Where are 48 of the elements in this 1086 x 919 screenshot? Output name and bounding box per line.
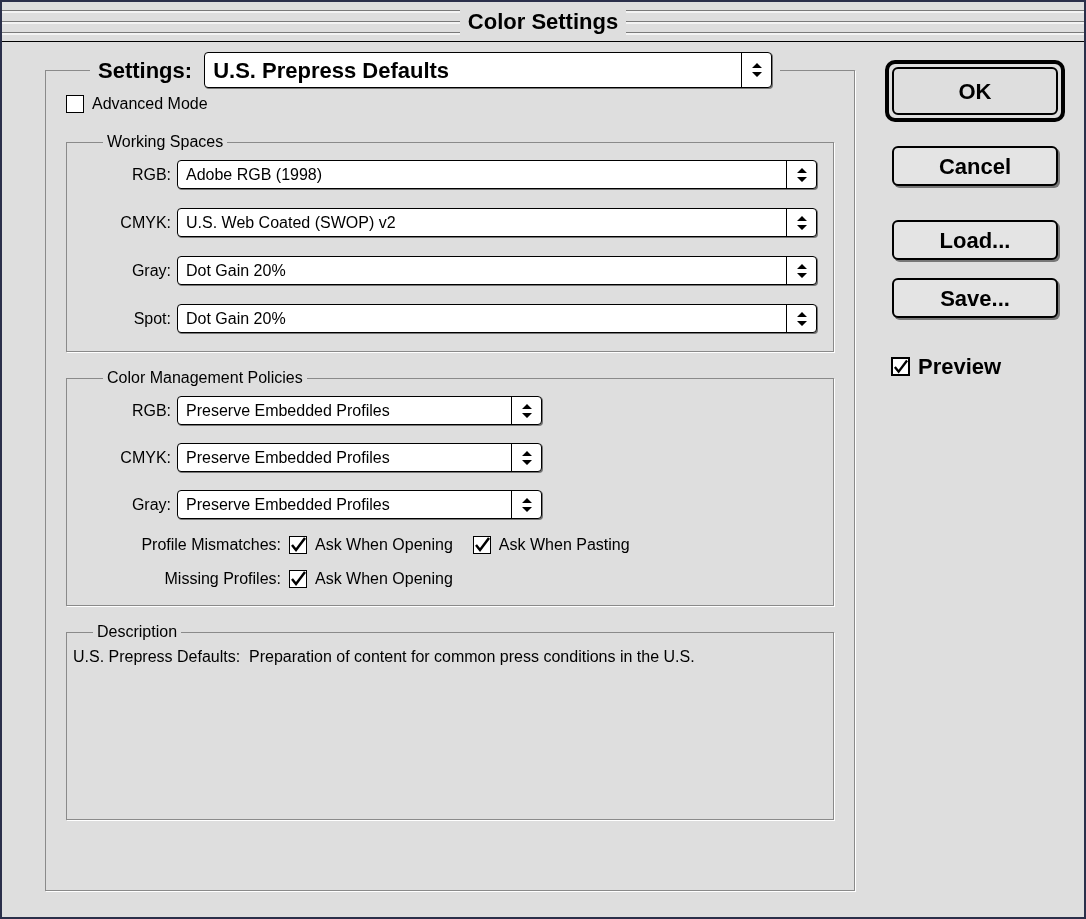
checkbox-label: Ask When Opening — [315, 569, 453, 589]
up-down-arrows-icon — [750, 62, 763, 78]
push-button[interactable]: Save... — [892, 278, 1058, 318]
default-button[interactable]: OK — [885, 60, 1065, 122]
checkbox-label: Advanced Mode — [92, 94, 208, 114]
up-down-arrows-icon — [520, 402, 533, 419]
popup-menu[interactable]: Preserve Embedded Profiles — [177, 396, 542, 425]
popup-menu[interactable]: Preserve Embedded Profiles — [177, 443, 542, 472]
check-icon — [473, 537, 490, 553]
push-button[interactable]: Cancel — [892, 146, 1058, 186]
checkbox-label: Ask When Opening — [315, 535, 453, 555]
checkbox[interactable] — [289, 536, 307, 554]
check-icon — [290, 537, 306, 553]
up-down-arrows-icon — [520, 496, 533, 513]
up-down-arrows-icon — [795, 310, 808, 327]
settings-label: Settings: — [98, 56, 193, 85]
popup-menu[interactable]: U.S. Web Coated (SWOP) v2 — [177, 208, 817, 237]
popup-menu[interactable]: Preserve Embedded Profiles — [177, 490, 542, 519]
up-down-arrows-icon — [520, 449, 533, 466]
check-icon — [290, 571, 306, 587]
popup-menu[interactable]: Adobe RGB (1998) — [177, 160, 817, 189]
checkbox-label: Preview — [918, 353, 1002, 381]
checkbox[interactable] — [891, 357, 910, 376]
popup-menu[interactable]: U.S. Prepress Defaults — [204, 52, 773, 88]
field-label: Gray: — [130, 494, 171, 515]
popup-menu[interactable]: Dot Gain 20% — [177, 256, 817, 285]
checkbox-label: Ask When Pasting — [498, 535, 630, 555]
checkbox[interactable] — [472, 536, 491, 554]
up-down-arrows-icon — [795, 166, 808, 183]
group-title: Description — [97, 623, 178, 640]
field-label: CMYK: — [119, 447, 171, 468]
field-label: RGB: — [130, 164, 171, 185]
group-title: Working Spaces — [107, 133, 224, 150]
description-text: U.S. Prepress Defaults: Preparation of content for common press conditions in the U.S. — [73, 647, 696, 667]
field-label: Spot: — [132, 308, 171, 329]
field-label: CMYK: — [119, 212, 171, 233]
check-icon — [893, 358, 908, 375]
checkbox[interactable] — [289, 570, 307, 588]
field-label: Missing Profiles: — [163, 569, 281, 589]
popup-menu[interactable]: Dot Gain 20% — [177, 304, 817, 333]
group-title: Color Management Policies — [107, 369, 303, 386]
field-label: Profile Mismatches: — [140, 535, 281, 555]
checkbox[interactable] — [66, 95, 84, 113]
up-down-arrows-icon — [795, 214, 808, 231]
field-label: Gray: — [130, 260, 171, 281]
field-label: RGB: — [130, 400, 171, 421]
up-down-arrows-icon — [795, 262, 808, 279]
push-button[interactable]: Load... — [892, 220, 1058, 260]
